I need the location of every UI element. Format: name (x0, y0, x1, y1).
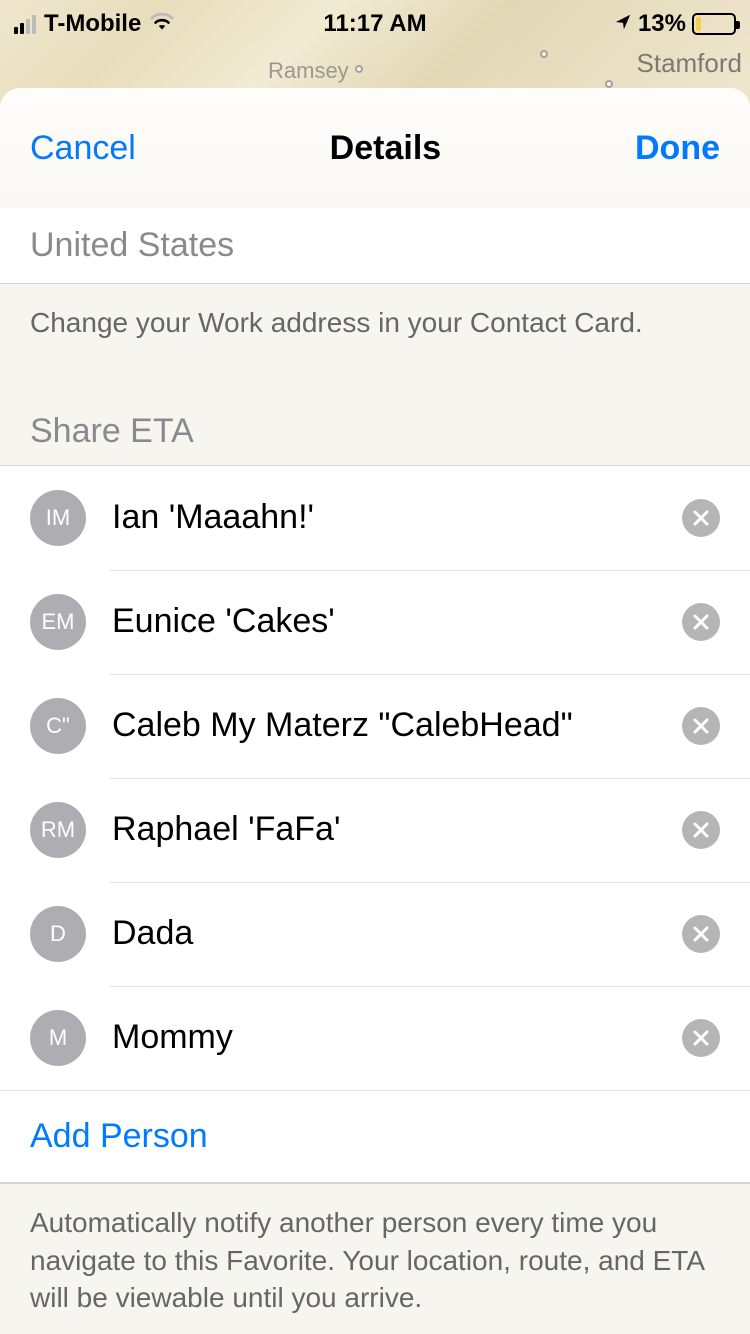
status-left: T-Mobile (14, 10, 175, 38)
close-icon (693, 926, 709, 942)
details-scroll[interactable]: United States Change your Work address i… (0, 208, 750, 1334)
avatar: M (30, 1010, 86, 1066)
battery-percentage: 13% (638, 10, 686, 38)
remove-contact-button[interactable] (682, 811, 720, 849)
share-eta-contacts: IM Ian 'Maaahn!' EM Eunice 'Cakes' C" Ca… (0, 465, 750, 1184)
share-eta-header: Share ETA (0, 382, 750, 465)
close-icon (693, 718, 709, 734)
modal-title: Details (330, 129, 442, 168)
close-icon (693, 614, 709, 630)
contact-row[interactable]: RM Raphael 'FaFa' (0, 778, 750, 882)
contact-name: Caleb My Materz "CalebHead" (112, 706, 682, 745)
country-value: United States (30, 226, 234, 264)
remove-contact-button[interactable] (682, 603, 720, 641)
contact-row[interactable]: EM Eunice 'Cakes' (0, 570, 750, 674)
clock: 11:17 AM (323, 10, 426, 38)
contact-name: Raphael 'FaFa' (112, 810, 682, 849)
battery-icon (692, 13, 736, 35)
contact-row[interactable]: C" Caleb My Materz "CalebHead" (0, 674, 750, 778)
close-icon (693, 1030, 709, 1046)
avatar: IM (30, 490, 86, 546)
close-icon (693, 822, 709, 838)
share-eta-footer: Automatically notify another person ever… (0, 1184, 750, 1334)
add-person-button[interactable]: Add Person (0, 1090, 750, 1183)
contact-row[interactable]: M Mommy (0, 986, 750, 1090)
close-icon (693, 510, 709, 526)
remove-contact-button[interactable] (682, 707, 720, 745)
avatar: C" (30, 698, 86, 754)
map-poi-dot (605, 80, 613, 88)
avatar: D (30, 906, 86, 962)
contact-name: Ian 'Maaahn!' (112, 498, 682, 537)
map-label-stamford: Stamford (637, 48, 743, 79)
wifi-icon (149, 10, 175, 38)
details-modal: Cancel Details Done United States Change… (0, 88, 750, 1334)
location-services-icon (614, 10, 632, 38)
contact-row[interactable]: D Dada (0, 882, 750, 986)
carrier-label: T-Mobile (44, 10, 141, 38)
done-button[interactable]: Done (635, 129, 720, 168)
contact-name: Mommy (112, 1018, 682, 1057)
cellular-signal-icon (14, 14, 36, 34)
contact-name: Dada (112, 914, 682, 953)
map-poi-dot (540, 50, 548, 58)
country-cell[interactable]: United States (0, 208, 750, 284)
modal-header: Cancel Details Done (0, 88, 750, 208)
remove-contact-button[interactable] (682, 499, 720, 537)
map-label-ramsey: Ramsey (268, 58, 349, 84)
contact-name: Eunice 'Cakes' (112, 602, 682, 641)
remove-contact-button[interactable] (682, 1019, 720, 1057)
contact-row[interactable]: IM Ian 'Maaahn!' (0, 465, 750, 570)
status-bar: T-Mobile 11:17 AM 13% (0, 0, 750, 40)
avatar: RM (30, 802, 86, 858)
status-right: 13% (614, 10, 736, 38)
map-poi-dot (355, 65, 363, 73)
remove-contact-button[interactable] (682, 915, 720, 953)
cancel-button[interactable]: Cancel (30, 129, 136, 168)
avatar: EM (30, 594, 86, 650)
work-address-hint: Change your Work address in your Contact… (0, 284, 750, 382)
